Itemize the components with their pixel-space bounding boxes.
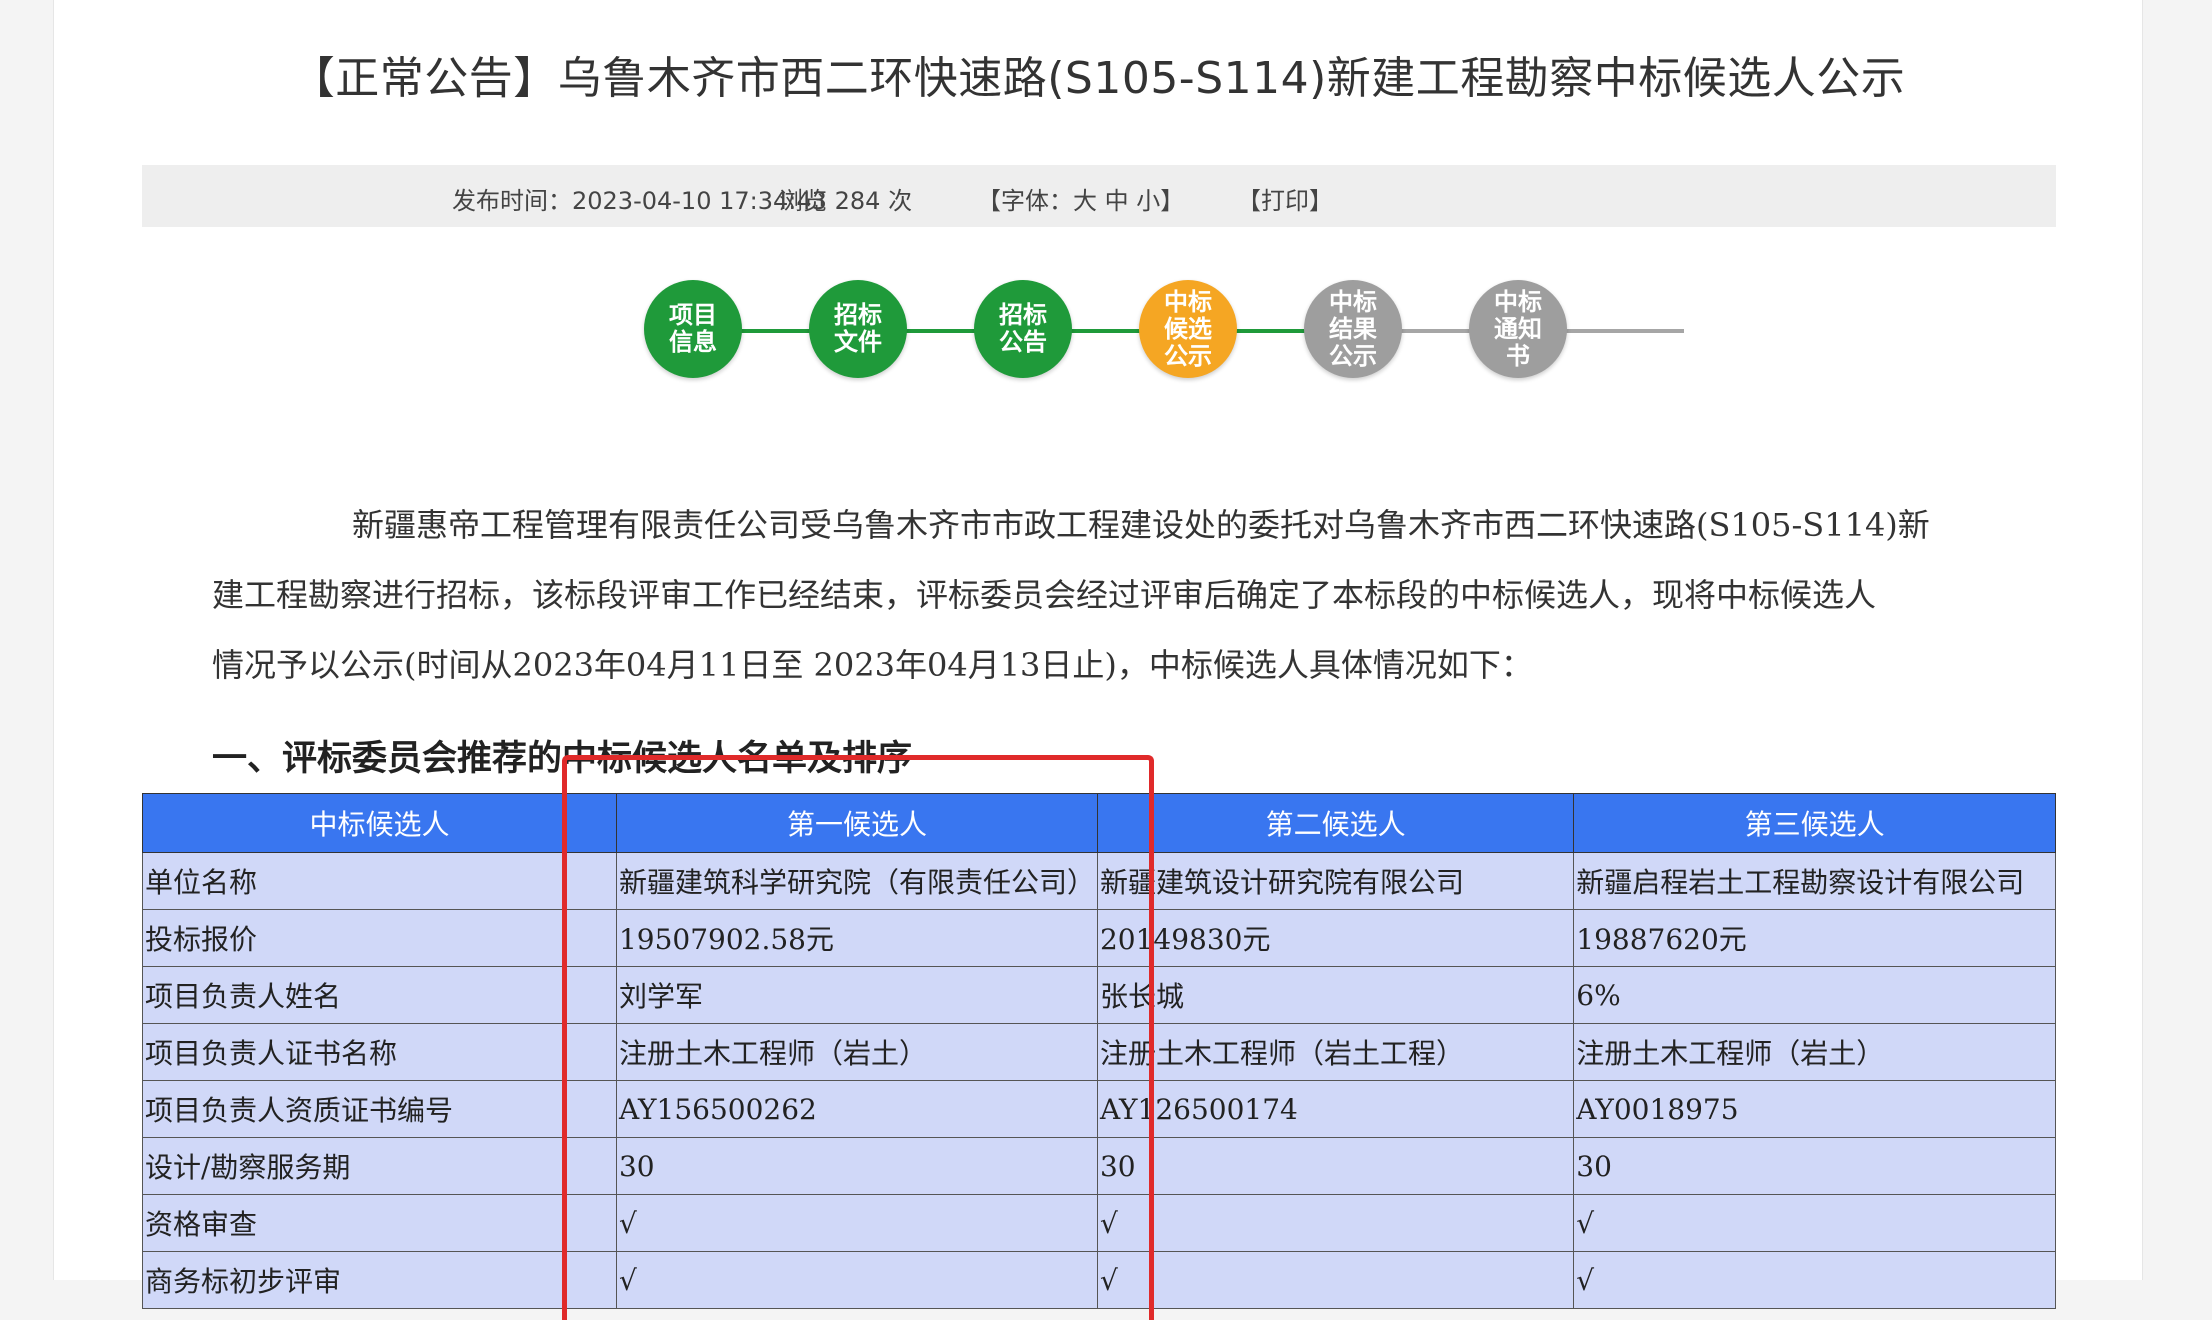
table-cell: 注册土木工程师（岩土）	[1573, 1023, 2056, 1081]
table-row: 项目负责人证书名称 注册土木工程师（岩土） 注册土木工程师（岩土工程） 注册土木…	[142, 1023, 2056, 1081]
table-cell: AY156500262	[615, 1080, 1098, 1138]
table-cell: AY126500174	[1096, 1080, 1575, 1138]
table-cell: 19887620元	[1573, 909, 2056, 967]
table-cell: AY0018975	[1573, 1080, 2056, 1138]
table-cell: 20149830元	[1096, 909, 1575, 967]
table-row: 项目负责人资质证书编号 AY156500262 AY126500174 AY00…	[142, 1080, 2056, 1138]
table-row: 商务标初步评审 √ √ √	[142, 1251, 2056, 1309]
table-cell: 设计/勘察服务期	[142, 1137, 617, 1195]
table-cell: √	[615, 1194, 1098, 1252]
step-label: 项目信息	[669, 301, 717, 356]
table-cell: 新疆建筑设计研究院有限公司	[1096, 852, 1575, 910]
table-row: 资格审查 √ √ √	[142, 1194, 2056, 1252]
table-cell: 项目负责人证书名称	[142, 1023, 617, 1081]
view-count: 浏览 284 次	[779, 187, 913, 215]
font-size-control[interactable]: 【字体：大 中 小】	[977, 181, 1184, 216]
table-row: 设计/勘察服务期 30 30 30	[142, 1137, 2056, 1195]
table-cell: 19507902.58元	[615, 909, 1098, 967]
table-cell: 张长城	[1096, 966, 1575, 1024]
content-line-1: 新疆惠帝工程管理有限责任公司受乌鲁木齐市市政工程建设处的委托对乌鲁木齐市西二环快…	[352, 506, 1930, 544]
step-award-notice[interactable]: 中标通知书	[1469, 280, 1567, 378]
step-result-notice[interactable]: 中标结果公示	[1304, 280, 1402, 378]
step-label: 中标通知书	[1494, 287, 1542, 370]
table-cell: 商务标初步评审	[142, 1251, 617, 1309]
table-row: 项目负责人姓名 刘学军 张长城 6%	[142, 966, 2056, 1024]
publish-time: 发布时间：2023-04-10 17:34:43	[452, 187, 827, 215]
table-header-row: 中标候选人 第一候选人 第二候选人 第三候选人	[142, 793, 2056, 853]
step-tender-notice[interactable]: 招标公告	[974, 280, 1072, 378]
table-cell: 30	[615, 1137, 1098, 1195]
meta-bar: 发布时间：2023-04-10 17:34:43 浏览 284 次 【字体：大 …	[142, 165, 2056, 227]
table-cell: 注册土木工程师（岩土）	[615, 1023, 1098, 1081]
table-row: 投标报价 19507902.58元 20149830元 19887620元	[142, 909, 2056, 967]
progress-steps: 项目信息 招标文件 招标公告 中标候选公示 中标结果公示 中标通知书	[54, 280, 2142, 380]
table-cell: √	[1573, 1251, 2056, 1309]
table-cell: 刘学军	[615, 966, 1098, 1024]
announcement-page: 【正常公告】乌鲁木齐市西二环快速路(S105-S114)新建工程勘察中标候选人公…	[53, 0, 2143, 1320]
table-row: 单位名称 新疆建筑科学研究院（有限责任公司） 新疆建筑设计研究院有限公司 新疆启…	[142, 852, 2056, 910]
table-cell: 投标报价	[142, 909, 617, 967]
print-link[interactable]: 【打印】	[1237, 181, 1333, 216]
table-cell: 项目负责人资质证书编号	[142, 1080, 617, 1138]
step-label: 招标公告	[999, 301, 1047, 356]
table-cell: 新疆建筑科学研究院（有限责任公司）	[615, 852, 1098, 910]
table-cell: 30	[1096, 1137, 1575, 1195]
table-cell: 项目负责人姓名	[142, 966, 617, 1024]
content-line-2: 建工程勘察进行招标，该标段评审工作已经结束，评标委员会经过评审后确定了本标段的中…	[212, 576, 1877, 614]
table-cell: 6%	[1573, 966, 2056, 1024]
table-cell: 资格审查	[142, 1194, 617, 1252]
table-cell: 新疆启程岩土工程勘察设计有限公司	[1573, 852, 2056, 910]
step-tender-docs[interactable]: 招标文件	[809, 280, 907, 378]
table-cell: √	[615, 1251, 1098, 1309]
table-header: 中标候选人	[142, 793, 617, 853]
table-cell: √	[1573, 1194, 2056, 1252]
table-cell: 注册土木工程师（岩土工程）	[1096, 1023, 1575, 1081]
table-cell: √	[1096, 1194, 1575, 1252]
table-header: 第二候选人	[1096, 793, 1575, 853]
content-line-3: 情况予以公示(时间从2023年04月11日至 2023年04月13日止)，中标候…	[212, 646, 1533, 684]
candidate-table: 中标候选人 第一候选人 第二候选人 第三候选人 单位名称 新疆建筑科学研究院（有…	[142, 793, 2056, 1309]
table-header: 第三候选人	[1573, 793, 2056, 853]
section-title: 一、评标委员会推荐的中标候选人名单及排序	[212, 738, 913, 779]
step-label: 招标文件	[834, 301, 882, 356]
table-cell: √	[1096, 1251, 1575, 1309]
step-project-info[interactable]: 项目信息	[644, 280, 742, 378]
table-cell: 30	[1573, 1137, 2056, 1195]
table-header: 第一候选人	[615, 793, 1098, 853]
page-title: 【正常公告】乌鲁木齐市西二环快速路(S105-S114)新建工程勘察中标候选人公…	[290, 53, 1906, 104]
step-label: 中标候选公示	[1164, 287, 1212, 370]
step-candidate-notice[interactable]: 中标候选公示	[1139, 280, 1237, 378]
step-label: 中标结果公示	[1329, 287, 1377, 370]
table-cell: 单位名称	[142, 852, 617, 910]
